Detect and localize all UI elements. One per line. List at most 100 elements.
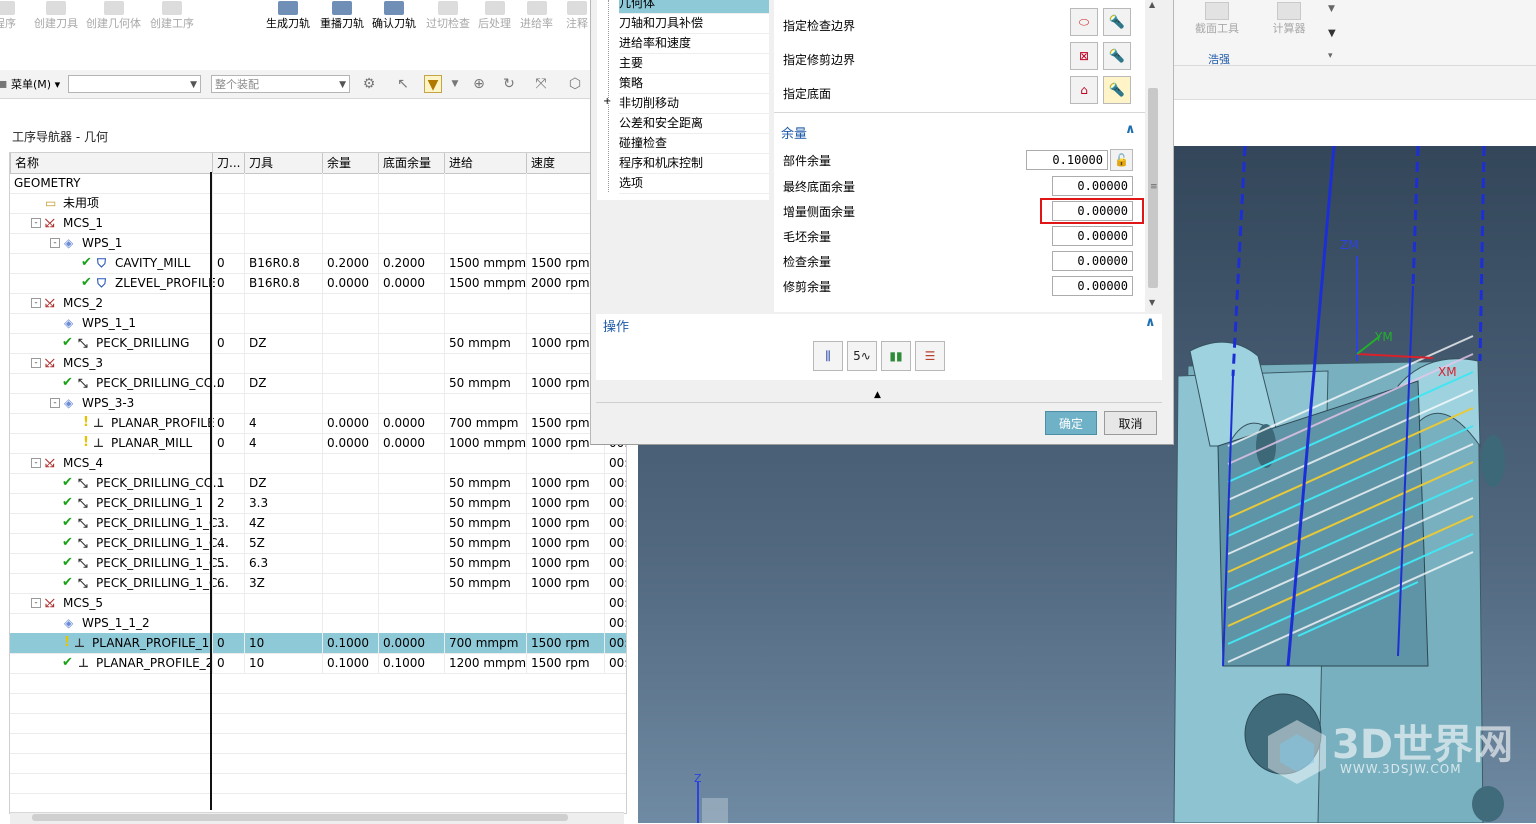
table-row[interactable]: ✔ ⤡ PECK_DRILLING_1_C... 4 5Z 50 mmpm 1000 rpm… bbox=[10, 533, 626, 554]
ribbon-item-1[interactable]: 创建刀具 bbox=[34, 0, 78, 34]
table-row[interactable]: ✔ ⤡ PECK_DRILLING_CO... 1 DZ 50 mmpm 1000 rpm 0… bbox=[10, 473, 626, 494]
ribbon-item-8[interactable]: 后处理 bbox=[478, 0, 511, 34]
chevron-down-icon[interactable]: ▾ bbox=[1328, 51, 1333, 61]
collapse-toggle-icon[interactable]: - bbox=[31, 218, 41, 228]
part-stock-field[interactable]: 0.10000 bbox=[1026, 150, 1108, 170]
edit-trim-boundary-button[interactable]: 🔦 bbox=[1103, 42, 1131, 70]
generate-toolpath-button[interactable]: ⫼ bbox=[813, 341, 843, 371]
dialog-tree-item[interactable]: 主要 bbox=[619, 54, 769, 74]
verify-toolpath-button[interactable]: ▮▮ bbox=[881, 341, 911, 371]
table-row[interactable]: -⤩ MCS_4 00: bbox=[10, 453, 626, 474]
column-header[interactable]: 进给 bbox=[444, 153, 526, 173]
table-row[interactable]: - ◈ WPS_3-3 bbox=[10, 393, 626, 414]
scroll-up-icon[interactable]: ▲ bbox=[1149, 0, 1155, 9]
table-row[interactable]: ! ⊥ PLANAR_PROFILE_1 0 10 0.1000 0.0000 700 mmp… bbox=[10, 633, 626, 654]
table-row[interactable]: ✔ ⤡ PECK_DRILLING_1_C... 3 4Z 50 mmpm 1000 rpm… bbox=[10, 513, 626, 534]
collapse-dialog-icon[interactable]: ▲ bbox=[874, 390, 881, 400]
tangent-icon[interactable]: ⤧ bbox=[532, 75, 550, 93]
chevron-down-icon[interactable]: ▼ bbox=[1328, 4, 1335, 14]
collapse-toggle-icon[interactable]: - bbox=[31, 598, 41, 608]
table-row[interactable]: - ◈ WPS_1 bbox=[10, 233, 626, 254]
ribbon-item-2[interactable]: 创建几何体 bbox=[86, 0, 141, 34]
ribbon-item-6[interactable]: 确认刀轨 bbox=[372, 0, 416, 34]
pointer-icon[interactable]: ↖ bbox=[394, 75, 412, 93]
table-row[interactable]: - ⤩ MCS_3 bbox=[10, 353, 626, 374]
table-row[interactable]: GEOMETRY bbox=[10, 173, 626, 194]
ribbon-item-9[interactable]: 进给率 bbox=[520, 0, 553, 34]
column-header[interactable]: 刀... bbox=[212, 153, 244, 173]
table-row[interactable]: ✔ ⤡ PECK_DRILLING_1 23.3 50 mmpm1000 rpm00: bbox=[10, 493, 626, 514]
dialog-tree-item[interactable]: 选项 bbox=[619, 174, 769, 194]
assembly-scope-select[interactable]: 整个装配 ▼ bbox=[211, 75, 350, 93]
table-row[interactable]: - ⤩ MCS_1 bbox=[10, 213, 626, 234]
scroll-down-icon[interactable]: ▼ bbox=[1149, 298, 1155, 307]
type-filter-select[interactable]: ▼ bbox=[68, 75, 201, 93]
list-toolpath-button[interactable]: ☰ bbox=[915, 341, 945, 371]
column-header[interactable]: 刀具 bbox=[244, 153, 322, 173]
table-row[interactable]: ◈ WPS_1_1 bbox=[10, 313, 626, 334]
dialog-tree-item[interactable]: 非切削移动 bbox=[619, 94, 769, 114]
edit-floor-button[interactable]: 🔦 bbox=[1103, 76, 1131, 104]
collapse-icon[interactable]: ∧ bbox=[1145, 315, 1156, 330]
table-row[interactable]: ▭ 未用项 bbox=[10, 193, 626, 214]
ribbon-item-7[interactable]: 过切检查 bbox=[426, 0, 470, 34]
dialog-tree-item[interactable]: 碰撞检查 bbox=[619, 134, 769, 154]
table-row[interactable]: ✔ ⛉ ZLEVEL_PROFILE 0 B16R0.8 0.0000 0.0000 1500… bbox=[10, 273, 626, 294]
ribbon-item-5[interactable]: 重播刀轨 bbox=[320, 0, 364, 34]
table-row[interactable]: ✔ ⤡ PECK_DRILLING_CO... 0 DZ 50 mmpm 1000 rpm bbox=[10, 373, 626, 394]
table-row[interactable]: -⤩ MCS_5 00: bbox=[10, 593, 626, 614]
table-row[interactable]: ✔ ⤡ PECK_DRILLING_1_C... 6 3Z 50 mmpm 1000 rpm… bbox=[10, 573, 626, 594]
point-snap-icon[interactable]: ↻ bbox=[500, 75, 518, 93]
table-row[interactable]: ✔ ⤡ PECK_DRILLING_1_C... 5 6.3 50 mmpm 1000 rp… bbox=[10, 553, 626, 574]
lock-button[interactable]: 🔓 bbox=[1110, 149, 1133, 171]
filter-icon[interactable]: ▼ bbox=[424, 75, 442, 93]
ribbon-item-0[interactable]: 程序 bbox=[0, 0, 16, 34]
column-header[interactable]: 余量 bbox=[322, 153, 378, 173]
customize-icon[interactable]: ▼ bbox=[1328, 28, 1336, 39]
collapse-icon[interactable]: ∧ bbox=[1125, 122, 1136, 137]
table-row[interactable]: ✔ ⊥ PLANAR_PROFILE_2 0 10 0.1000 0.1000 1200 mm… bbox=[10, 653, 626, 674]
section-tool-button[interactable]: 截面工具 bbox=[1192, 2, 1242, 36]
ribbon-item-10[interactable]: 注释 bbox=[566, 0, 588, 34]
crosshair-icon[interactable]: ⊕ bbox=[470, 75, 488, 93]
dialog-tree-item[interactable]: 策略 bbox=[619, 74, 769, 94]
select-floor-button[interactable]: ⌂ bbox=[1070, 76, 1098, 104]
collapse-toggle-icon[interactable]: - bbox=[31, 458, 41, 468]
ribbon-item-3[interactable]: 创建工序 bbox=[150, 0, 194, 34]
scrollbar-thumb[interactable] bbox=[32, 814, 568, 821]
replay-toolpath-button[interactable]: 5∿ bbox=[847, 341, 877, 371]
ribbon-item-4[interactable]: 生成刀轨 bbox=[266, 0, 310, 34]
edit-check-boundary-button[interactable]: 🔦 bbox=[1103, 8, 1131, 36]
menu-button[interactable]: 菜单(M) ▾ bbox=[11, 76, 60, 92]
table-row[interactable]: ! ⊥ PLANAR_MILL 0 4 0.0000 0.0000 1000 mmpm 1000… bbox=[10, 433, 626, 454]
table-row[interactable]: - ⤩ MCS_2 bbox=[10, 293, 626, 314]
table-row[interactable]: ✔ ⤡ PECK_DRILLING 0 DZ 50 mmpm 1000 rpm bbox=[10, 333, 626, 354]
cancel-button[interactable]: 取消 bbox=[1104, 411, 1157, 435]
column-splitter[interactable] bbox=[210, 172, 212, 810]
dialog-tree-item[interactable]: 刀轴和刀具补偿 bbox=[619, 14, 769, 34]
hex-icon[interactable]: ⬡ bbox=[566, 75, 584, 93]
calculator-button[interactable]: 计算器 bbox=[1264, 2, 1314, 36]
column-header[interactable]: 名称 bbox=[10, 153, 212, 173]
collapse-toggle-icon[interactable]: - bbox=[31, 298, 41, 308]
select-check-boundary-button[interactable]: ⬭ bbox=[1070, 8, 1098, 36]
collapse-toggle-icon[interactable]: - bbox=[31, 358, 41, 368]
blank-stock-field[interactable]: 0.00000 bbox=[1052, 226, 1133, 246]
trim-stock-field[interactable]: 0.00000 bbox=[1052, 276, 1133, 296]
table-row[interactable]: ✔ ⛉ CAVITY_MILL 0 B16R0.8 0.2000 0.2000 1500 mm… bbox=[10, 253, 626, 274]
check-stock-field[interactable]: 0.00000 bbox=[1052, 251, 1133, 271]
table-row[interactable]: ◈ WPS_1_1_2 00: bbox=[10, 613, 626, 634]
final-floor-stock-field[interactable]: 0.00000 bbox=[1052, 176, 1133, 196]
chevron-down-icon[interactable]: ▼ bbox=[446, 75, 464, 93]
collapse-toggle-icon[interactable]: - bbox=[50, 398, 60, 408]
dialog-tree-item[interactable]: 进给率和速度 bbox=[619, 34, 769, 54]
table-row[interactable]: ! ⊥ PLANAR_PROFILE 0 4 0.0000 0.0000 700 mmpm 15… bbox=[10, 413, 626, 434]
column-header[interactable]: 底面余量 bbox=[378, 153, 444, 173]
select-trim-boundary-button[interactable]: ⊠ bbox=[1070, 42, 1098, 70]
collapse-toggle-icon[interactable]: - bbox=[50, 238, 60, 248]
dialog-tree-item[interactable]: 程序和机床控制 bbox=[619, 154, 769, 174]
dialog-tree-item[interactable]: 几何体 bbox=[619, 0, 769, 14]
ok-button[interactable]: 确定 bbox=[1045, 411, 1097, 435]
dialog-tree-item[interactable]: 公差和安全距离 bbox=[619, 114, 769, 134]
snap-icon[interactable]: ⚙ bbox=[360, 75, 378, 93]
